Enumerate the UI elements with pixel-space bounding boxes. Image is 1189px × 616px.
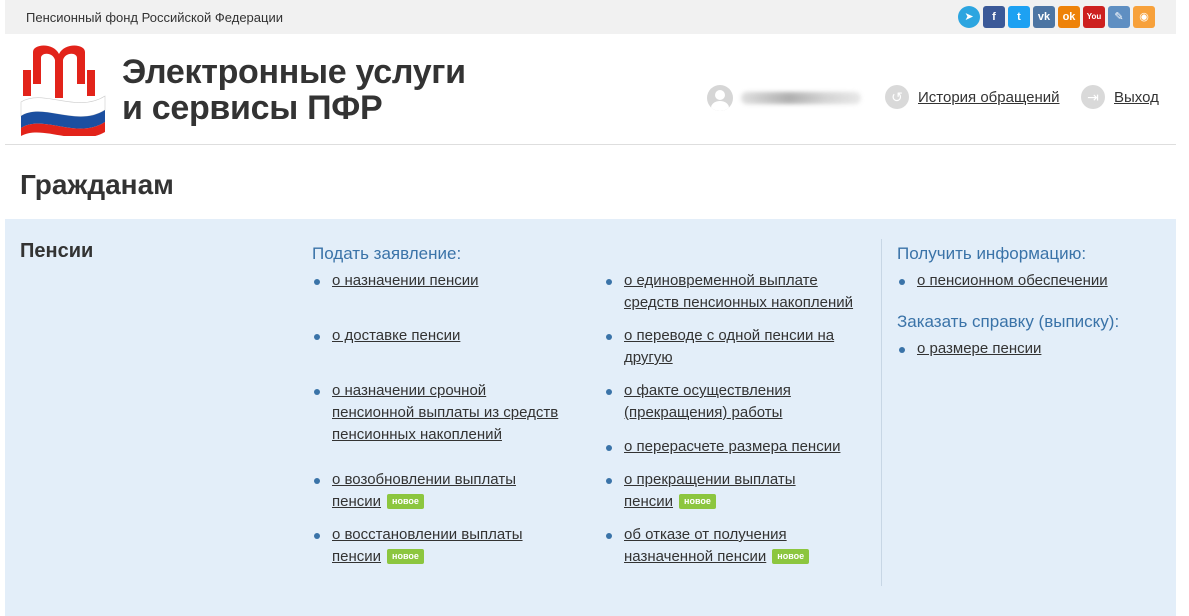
service-link-text: о возобновлении выплаты <box>332 471 516 488</box>
user-area[interactable] <box>707 85 861 111</box>
service-link[interactable]: о размере пенсии <box>917 340 1041 357</box>
service-link-item[interactable]: о размере пенсии <box>899 338 1159 360</box>
user-icon <box>707 85 733 111</box>
service-link[interactable]: о доставке пенсии <box>332 327 460 344</box>
pensions-panel: Пенсии Подать заявление: о назначении пе… <box>5 219 1176 616</box>
service-link-text: о перерасчете размера пенсии <box>624 438 841 455</box>
social-links: ➤ f t vk ok You ✎ ◉ <box>958 6 1155 28</box>
service-link-text: средств пенсионных накоплений <box>624 294 854 311</box>
site-header: Электронные услуги и сервисы ПФР ↺ Истор… <box>5 34 1176 145</box>
site-title-line2: и сервисы ПФР <box>122 89 383 127</box>
history-icon: ↺ <box>885 85 909 109</box>
logout-link[interactable]: ⇥ Выход <box>1081 85 1159 109</box>
top-bar: Пенсионный фонд Российской Федерации ➤ f t… <box>5 0 1176 34</box>
telegram-icon[interactable]: ➤ <box>958 6 980 28</box>
apply-list-col1: о назначении пенсии о доставке пенсии о на… <box>314 270 579 568</box>
site-title: Электронные услуги и сервисы ПФР <box>122 54 466 126</box>
vk-icon[interactable]: vk <box>1033 6 1055 28</box>
service-link-text: о доставке пенсии <box>332 327 461 344</box>
service-link-item[interactable]: о назначении срочной пенсионной выплаты и… <box>314 380 579 446</box>
order-list: о размере пенсии <box>899 338 1159 360</box>
service-link[interactable]: о единовременной выплате средств пенсионн… <box>624 272 853 311</box>
service-link-text: о пенсионном обеспечении <box>917 272 1108 289</box>
service-link-text: о назначении пенсии <box>332 272 479 289</box>
twitter-icon[interactable]: t <box>1008 6 1030 28</box>
new-badge: новое <box>387 494 424 509</box>
service-link-text: назначенной пенсии <box>624 548 767 565</box>
service-link-item[interactable]: о доставке пенсии <box>314 325 579 347</box>
service-link-text: о размере пенсии <box>917 340 1042 357</box>
service-link-text: пенсии <box>332 548 382 565</box>
service-link-item[interactable]: о восстановлении выплаты пенсии новое <box>314 524 579 568</box>
apply-heading: Подать заявление: <box>312 244 462 263</box>
service-link-item[interactable]: об отказе от получения назначенной пенсии… <box>606 524 871 568</box>
rss-icon[interactable]: ◉ <box>1133 6 1155 28</box>
facebook-icon[interactable]: f <box>983 6 1005 28</box>
site-title-line1: Электронные услуги <box>122 53 466 91</box>
logout-link-label[interactable]: Выход <box>1114 89 1159 106</box>
service-link-text: другую <box>624 349 673 366</box>
service-link-item[interactable]: о переводе с одной пенсии на другую <box>606 325 871 369</box>
service-link-text: о единовременной выплате <box>624 272 818 289</box>
service-link[interactable]: о восстановлении выплаты пенсии <box>332 526 523 565</box>
service-link-item[interactable]: о факте осуществления (прекращения) работ… <box>606 380 871 424</box>
order-heading: Заказать справку (выписку): <box>897 312 1120 331</box>
org-name: Пенсионный фонд Российской Федерации <box>26 10 283 25</box>
service-link-text: пенсии <box>332 493 382 510</box>
livejournal-icon[interactable]: ✎ <box>1108 6 1130 28</box>
service-link-text: пенсионных накоплений <box>332 426 502 443</box>
new-badge: новое <box>772 549 810 564</box>
page-title: Гражданам <box>20 169 174 200</box>
service-link[interactable]: о назначении пенсии <box>332 272 479 289</box>
section-title: Пенсии <box>20 240 94 262</box>
new-badge: новое <box>679 494 716 509</box>
service-link-text: о восстановлении выплаты <box>332 526 523 543</box>
service-link-item[interactable]: о пенсионном обеспечении <box>899 270 1159 292</box>
pfr-logo-icon[interactable] <box>19 44 107 136</box>
logout-icon: ⇥ <box>1081 85 1105 109</box>
odnoklassniki-icon[interactable]: ok <box>1058 6 1080 28</box>
service-link-text: об отказе от получения <box>624 526 787 543</box>
service-link[interactable]: о назначении срочной пенсионной выплаты и… <box>332 382 558 443</box>
service-link-item[interactable]: о прекращении выплаты пенсии новое <box>606 469 871 513</box>
service-link[interactable]: о пенсионном обеспечении <box>917 272 1108 289</box>
service-link-text: пенсии <box>624 493 674 510</box>
apply-list-col2: о единовременной выплате средств пенсионн… <box>606 270 871 568</box>
service-link-item[interactable]: о единовременной выплате средств пенсионн… <box>606 270 871 314</box>
service-link[interactable]: об отказе от получения назначенной пенсии <box>624 526 787 565</box>
user-name-blurred <box>741 92 861 104</box>
info-heading: Получить информацию: <box>897 244 1087 263</box>
history-link-label[interactable]: История обращений <box>918 89 1060 106</box>
history-link[interactable]: ↺ История обращений <box>885 85 1060 109</box>
service-link-text: о прекращении выплаты <box>624 471 796 488</box>
service-link-text: о факте осуществления <box>624 382 791 399</box>
service-link-text: пенсионной выплаты из средств <box>332 404 559 421</box>
service-link-text: о назначении срочной <box>332 382 487 399</box>
service-link-text: (прекращения) работы <box>624 404 783 421</box>
service-link[interactable]: о перерасчете размера пенсии <box>624 438 840 455</box>
column-divider <box>881 239 882 586</box>
service-link-text: о переводе с одной пенсии на <box>624 327 835 344</box>
page: Пенсионный фонд Российской Федерации ➤ f t… <box>5 0 1176 616</box>
service-link[interactable]: о переводе с одной пенсии на другую <box>624 327 834 366</box>
service-link[interactable]: о возобновлении выплаты пенсии <box>332 471 516 510</box>
youtube-icon[interactable]: You <box>1083 6 1105 28</box>
new-badge: новое <box>387 549 424 564</box>
service-link-item[interactable]: о назначении пенсии <box>314 270 579 292</box>
info-list: о пенсионном обеспечении <box>899 270 1159 292</box>
service-link[interactable]: о факте осуществления (прекращения) работ… <box>624 382 791 421</box>
service-link-item[interactable]: о перерасчете размера пенсии <box>606 436 871 458</box>
service-link-item[interactable]: о возобновлении выплаты пенсии новое <box>314 469 579 513</box>
